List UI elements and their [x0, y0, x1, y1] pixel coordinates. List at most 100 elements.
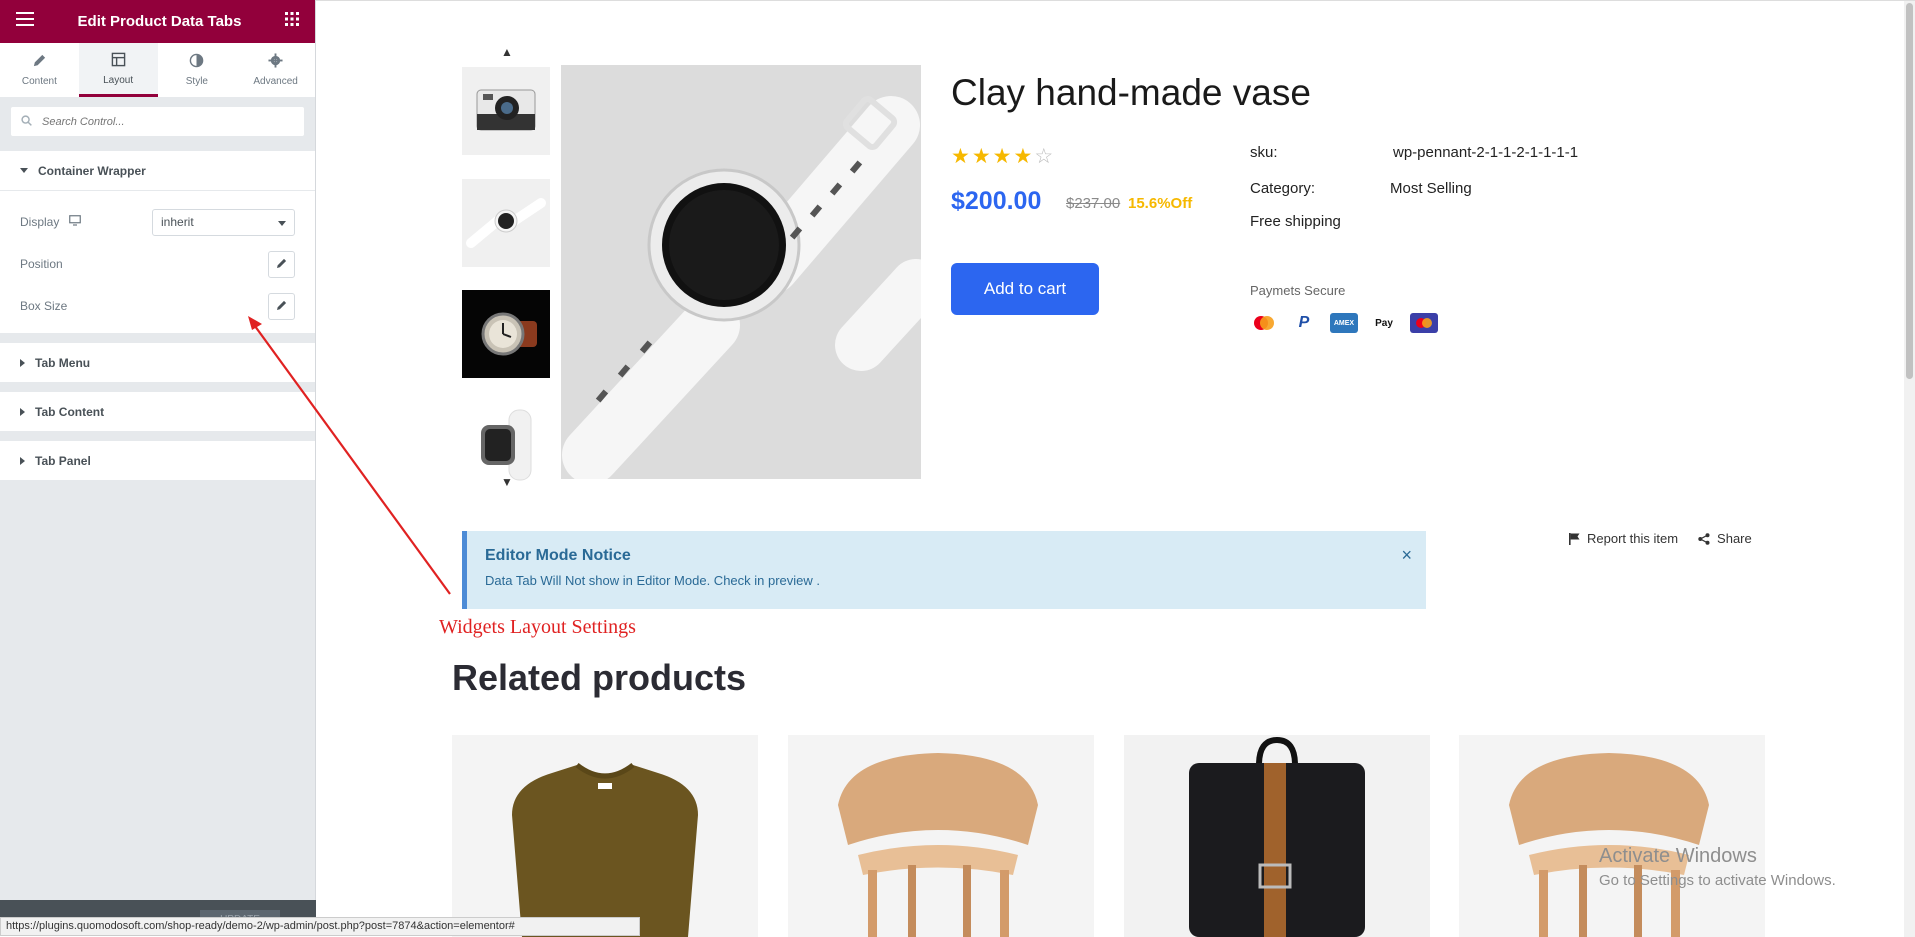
section-container-wrapper-header[interactable]: Container Wrapper	[0, 151, 315, 190]
section-container-wrapper-body: Display inherit Position Box Size	[0, 190, 315, 333]
section-container-wrapper: Container Wrapper Display inherit Positi…	[0, 151, 315, 333]
camera-image	[476, 89, 536, 131]
search-control-input[interactable]	[40, 114, 294, 129]
thumbnail-watch-leather[interactable]	[462, 290, 550, 378]
smartwatch-image	[481, 409, 532, 481]
category-label: Category:	[1250, 180, 1316, 197]
display-select[interactable]: inherit	[152, 208, 295, 236]
windows-activation-watermark: Activate Windows Go to Settings to activ…	[1599, 845, 1836, 889]
vertical-scrollbar[interactable]	[1904, 1, 1915, 937]
section-tab-content-label: Tab Content	[35, 404, 105, 419]
section-tab-panel-label: Tab Panel	[35, 453, 91, 468]
section-tab-content: Tab Content	[0, 392, 315, 431]
mastercard-icon	[1250, 313, 1278, 333]
product-price: $200.00	[951, 187, 1042, 215]
watch-image	[466, 198, 546, 248]
related-product-card[interactable]	[1124, 735, 1430, 937]
star-filled-icon: ★	[1013, 145, 1035, 168]
related-product-card[interactable]	[1459, 735, 1765, 937]
watermark-line-1: Activate Windows	[1599, 845, 1757, 867]
flag-icon	[1569, 532, 1580, 545]
panel-tabs: Content Layout Style Advanced	[0, 43, 315, 98]
annotation-label: Widgets Layout Settings	[439, 616, 636, 638]
white-watch-main-image	[561, 65, 921, 479]
hamburger-menu-icon[interactable]	[16, 12, 34, 31]
related-product-card[interactable]	[452, 735, 758, 937]
position-edit-button[interactable]	[268, 250, 295, 278]
editor-panel: Edit Product Data Tabs Content Layout St…	[0, 0, 316, 936]
notice-title: Editor Mode Notice	[485, 547, 631, 564]
shipping-info: Free shipping	[1250, 213, 1341, 230]
editor-mode-notice: Editor Mode Notice Data Tab Will Not sho…	[462, 531, 1426, 609]
edit-pencil-icon	[276, 257, 288, 272]
amex-icon: AMEX	[1330, 313, 1358, 333]
wooden-chair-image	[838, 753, 1038, 937]
tab-advanced-label: Advanced	[253, 76, 298, 87]
star-filled-icon: ★	[951, 145, 972, 168]
leather-watch-image	[481, 312, 537, 356]
product-discount: 15.6%Off	[1128, 195, 1193, 212]
desktop-monitor-icon[interactable]	[69, 215, 82, 229]
display-select-value: inherit	[161, 215, 194, 229]
apple-pay-icon: Pay	[1375, 317, 1393, 329]
caret-right-icon	[20, 456, 25, 465]
report-item-label: Report this item	[1587, 531, 1679, 546]
search-box	[10, 106, 305, 137]
add-to-cart-button[interactable]: Add to cart	[951, 263, 1099, 315]
section-tab-menu-header[interactable]: Tab Menu	[0, 343, 315, 382]
display-control: Display inherit	[20, 201, 295, 243]
section-tab-menu: Tab Menu	[0, 343, 315, 382]
caret-right-icon	[20, 407, 25, 416]
caret-right-icon	[20, 358, 25, 367]
thumbnail-camera[interactable]	[462, 67, 550, 155]
tab-advanced[interactable]: Advanced	[236, 43, 315, 97]
watermark-line-2: Go to Settings to activate Windows.	[1599, 872, 1836, 889]
preview-canvas: ▲ ▼ Clay hand-made vase ★★★★☆ $200.00 $2…	[316, 0, 1915, 937]
product-title: Clay hand-made vase	[951, 72, 1311, 113]
sku-label: sku:	[1250, 144, 1278, 161]
share-label: Share	[1717, 531, 1752, 546]
tab-content[interactable]: Content	[0, 43, 79, 97]
half-circle-icon	[189, 53, 204, 71]
wooden-chair-image	[1509, 753, 1709, 937]
thumbnail-down-arrow-icon[interactable]: ▼	[501, 475, 513, 489]
report-item-link[interactable]: Report this item	[1569, 531, 1678, 546]
product-actions: Report this item Share	[1569, 531, 1752, 546]
sku-value: wp-pennant-2-1-1-2-1-1-1-1	[1393, 144, 1579, 161]
layout-icon	[111, 52, 126, 70]
box-size-edit-button[interactable]	[268, 292, 295, 320]
related-product-card[interactable]	[788, 735, 1094, 937]
search-wrapper	[0, 98, 315, 145]
section-tab-panel-header[interactable]: Tab Panel	[0, 441, 315, 480]
edit-pencil-icon	[276, 299, 288, 314]
thumbnail-watch-white[interactable]	[462, 179, 550, 267]
box-size-label: Box Size	[20, 299, 68, 313]
close-icon[interactable]: ×	[1401, 545, 1412, 566]
section-tab-content-header[interactable]: Tab Content	[0, 392, 315, 431]
star-empty-icon: ☆	[1034, 145, 1056, 168]
section-tab-panel: Tab Panel	[0, 441, 315, 480]
paypal-icon: P	[1298, 314, 1310, 331]
tab-style[interactable]: Style	[158, 43, 237, 97]
product-old-price: $237.00	[1066, 195, 1121, 212]
thumbnail-up-arrow-icon[interactable]: ▲	[501, 45, 513, 59]
tab-content-label: Content	[21, 76, 57, 87]
display-label: Display	[20, 215, 60, 229]
star-filled-icon: ★	[992, 145, 1014, 168]
tab-layout[interactable]: Layout	[78, 43, 158, 97]
backpack-image	[1189, 736, 1365, 937]
category-value[interactable]: Most Selling	[1390, 180, 1472, 197]
product-main-image[interactable]	[561, 65, 921, 479]
notice-text: Data Tab Will Not show in Editor Mode. C…	[485, 573, 821, 588]
panel-header: Edit Product Data Tabs	[0, 0, 315, 43]
position-label: Position	[20, 257, 63, 271]
widgets-grid-icon[interactable]	[284, 12, 299, 31]
scrollbar-thumb[interactable]	[1906, 3, 1913, 379]
sweater-image	[512, 762, 698, 937]
position-control: Position	[20, 243, 295, 285]
search-icon	[21, 113, 32, 131]
box-size-control: Box Size	[20, 285, 295, 327]
section-tab-menu-label: Tab Menu	[35, 355, 91, 370]
gear-icon	[268, 53, 283, 71]
share-link[interactable]: Share	[1698, 531, 1752, 546]
